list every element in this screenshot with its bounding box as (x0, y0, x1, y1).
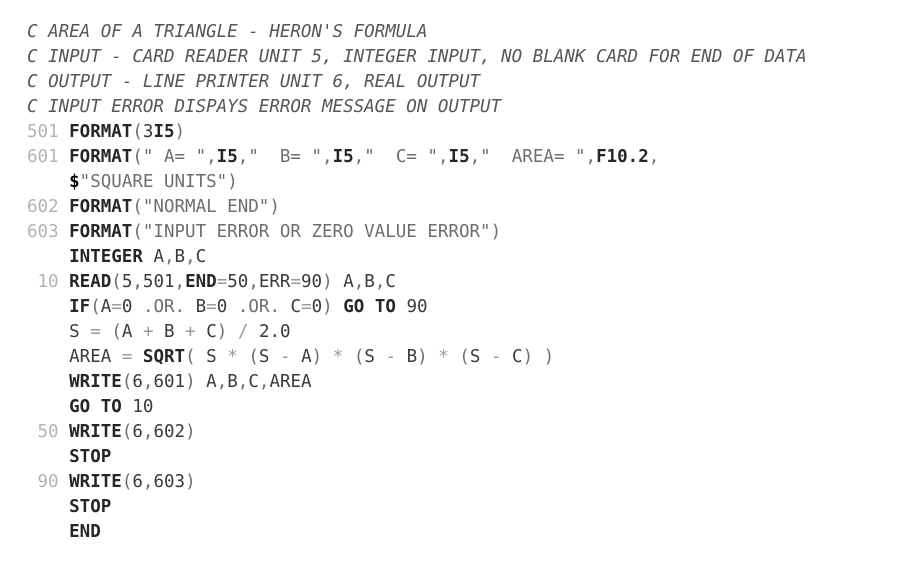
code-line: INTEGER A,B,C (0, 245, 900, 270)
statement-text: STOP (69, 497, 112, 517)
code-line: AREA = SQRT( S * (S - A) * (S - B) * (S … (0, 345, 900, 370)
label-gutter-gap (59, 370, 70, 395)
comment-line: C AREA OF A TRIANGLE - HERON'S FORMULA (0, 20, 900, 45)
statement-text: GO TO 10 (69, 397, 154, 417)
code-line: GO TO 10 (0, 395, 900, 420)
label-gutter-gap (59, 345, 70, 370)
code-line: END (0, 520, 900, 545)
code-line: WRITE(6,601) A,B,C,AREA (0, 370, 900, 395)
label-gutter-gap (59, 145, 70, 170)
code-line: 10 READ(5,501,END=50,ERR=90) A,B,C (0, 270, 900, 295)
code-line: 501 FORMAT(3I5) (0, 120, 900, 145)
code-line: STOP (0, 445, 900, 470)
statement-text: AREA = SQRT( S * (S - A) * (S - B) * (S … (69, 347, 555, 367)
code-line: 601 FORMAT(" A= ",I5," B= ",I5," C= ",I5… (0, 145, 900, 170)
statement-text: FORMAT("INPUT ERROR OR ZERO VALUE ERROR"… (69, 222, 502, 242)
statement-label: 603 (27, 222, 59, 242)
comment-line: C INPUT ERROR DISPAYS ERROR MESSAGE ON O… (0, 95, 900, 120)
statement-label: 10 (37, 272, 59, 292)
statement-label: 501 (27, 122, 59, 142)
statement-text: FORMAT(3I5) (69, 122, 186, 142)
statement-label: 90 (37, 472, 59, 492)
statement-text: INTEGER A,B,C (69, 247, 207, 267)
label-gutter-gap (59, 495, 70, 520)
statement-text: WRITE(6,601) A,B,C,AREA (69, 372, 312, 392)
comment-text: C AREA OF A TRIANGLE - HERON'S FORMULA (27, 22, 428, 42)
label-gutter-gap (59, 320, 70, 345)
statement-text: IF(A=0 .OR. B=0 .OR. C=0) GO TO 90 (69, 297, 428, 317)
comment-line: C OUTPUT - LINE PRINTER UNIT 6, REAL OUT… (0, 70, 900, 95)
comment-text: C INPUT - CARD READER UNIT 5, INTEGER IN… (27, 47, 807, 67)
label-gutter-gap (59, 245, 70, 270)
statement-text: END (69, 522, 101, 542)
code-line: 603 FORMAT("INPUT ERROR OR ZERO VALUE ER… (0, 220, 900, 245)
comment-line: C INPUT - CARD READER UNIT 5, INTEGER IN… (0, 45, 900, 70)
statement-text: $"SQUARE UNITS") (69, 172, 238, 192)
statement-label: 50 (37, 422, 59, 442)
label-gutter-gap (59, 420, 70, 445)
statement-label: 601 (27, 147, 59, 167)
statement-text: WRITE(6,602) (69, 422, 196, 442)
code-line: S = (A + B + C) / 2.0 (0, 320, 900, 345)
code-listing: C AREA OF A TRIANGLE - HERON'S FORMULA C … (0, 0, 900, 545)
label-gutter-gap (59, 220, 70, 245)
statement-text: FORMAT(" A= ",I5," B= ",I5," C= ",I5," A… (69, 147, 660, 167)
code-line: 602 FORMAT("NORMAL END") (0, 195, 900, 220)
code-line: 90 WRITE(6,603) (0, 470, 900, 495)
statement-text: READ(5,501,END=50,ERR=90) A,B,C (69, 272, 396, 292)
statement-text: S = (A + B + C) / 2.0 (69, 322, 291, 342)
label-gutter-gap (59, 295, 70, 320)
statement-text: STOP (69, 447, 112, 467)
label-gutter-gap (59, 445, 70, 470)
statement-text: FORMAT("NORMAL END") (69, 197, 280, 217)
label-gutter-gap (59, 170, 70, 195)
label-gutter-gap (59, 470, 70, 495)
comment-text: C OUTPUT - LINE PRINTER UNIT 6, REAL OUT… (27, 72, 481, 92)
code-line: $"SQUARE UNITS") (0, 170, 900, 195)
code-line: IF(A=0 .OR. B=0 .OR. C=0) GO TO 90 (0, 295, 900, 320)
statement-text: WRITE(6,603) (69, 472, 196, 492)
comment-text: C INPUT ERROR DISPAYS ERROR MESSAGE ON O… (27, 97, 502, 117)
code-line: STOP (0, 495, 900, 520)
label-gutter-gap (59, 195, 70, 220)
code-line: 50 WRITE(6,602) (0, 420, 900, 445)
label-gutter-gap (59, 270, 70, 295)
label-gutter-gap (59, 395, 70, 420)
label-gutter-gap (59, 120, 70, 145)
label-gutter-gap (59, 520, 70, 545)
statement-label: 602 (27, 197, 59, 217)
